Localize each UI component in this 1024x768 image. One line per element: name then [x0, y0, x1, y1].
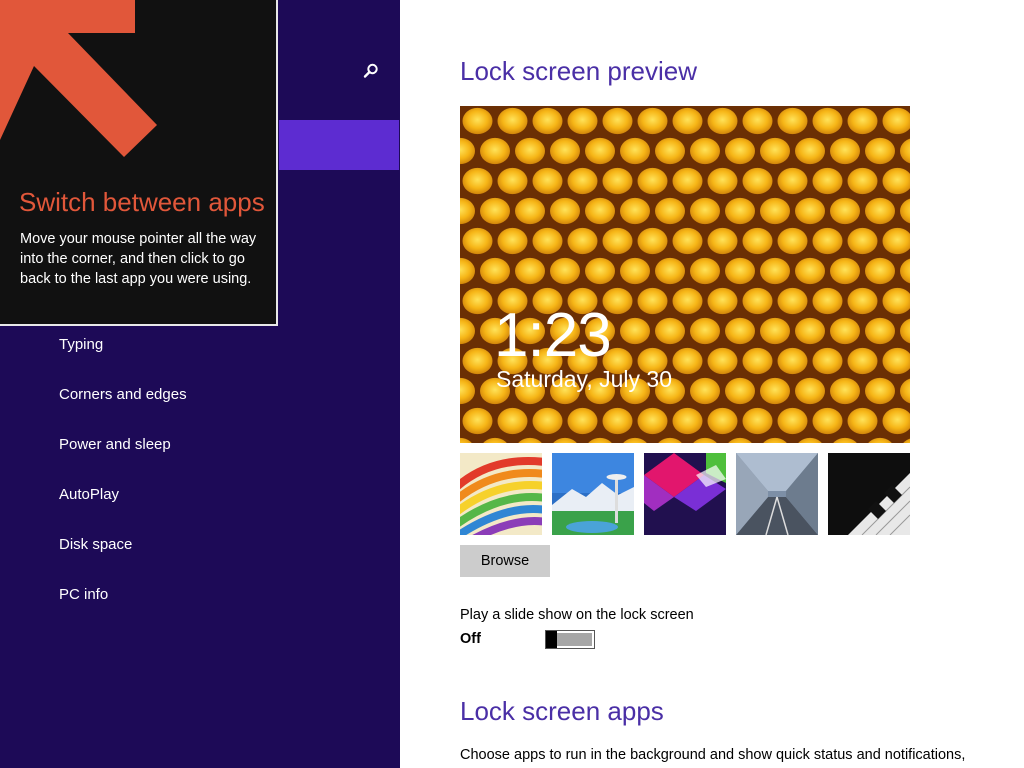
thumbnail-piano-keys[interactable]	[828, 453, 910, 535]
lock-screen-apps-description: Choose apps to run in the background and…	[460, 747, 966, 763]
slideshow-toggle[interactable]	[545, 630, 595, 649]
lock-screen-preview-title: Lock screen preview	[460, 56, 697, 86]
sidebar-item-corners-and-edges[interactable]: Corners and edges	[59, 386, 187, 403]
thumbnail-geometric-shapes[interactable]	[644, 453, 726, 535]
selected-nav-item[interactable]	[279, 120, 399, 170]
tip-title: Switch between apps	[19, 187, 265, 217]
lock-screen-apps-title: Lock screen apps	[460, 696, 664, 726]
thumbnail-space-needle[interactable]	[552, 453, 634, 535]
preview-time: 1:23	[494, 301, 612, 370]
slideshow-label: Play a slide show on the lock screen	[460, 607, 694, 623]
sidebar-item-autoplay[interactable]: AutoPlay	[59, 486, 119, 503]
slideshow-state: Off	[460, 631, 481, 647]
sidebar-item-power-and-sleep[interactable]: Power and sleep	[59, 436, 171, 453]
thumbnail-colorful-ribbons[interactable]	[460, 453, 542, 535]
search-icon	[363, 63, 378, 78]
thumbnail-train-tunnel[interactable]	[736, 453, 818, 535]
search-button[interactable]	[358, 58, 384, 84]
sidebar-item-disk-space[interactable]: Disk space	[59, 536, 132, 553]
sidebar-item-pc-info[interactable]: PC info	[59, 586, 108, 603]
switch-apps-tip: Switch between apps Move your mouse poin…	[0, 0, 278, 326]
tip-body: Move your mouse pointer all the way into…	[20, 231, 257, 287]
toggle-knob[interactable]	[546, 631, 557, 648]
preview-date: Saturday, July 30	[496, 366, 673, 392]
browse-button[interactable]: Browse	[460, 545, 550, 577]
sidebar-item-typing[interactable]: Typing	[59, 336, 103, 353]
arrow-up-left-icon	[0, 0, 157, 157]
